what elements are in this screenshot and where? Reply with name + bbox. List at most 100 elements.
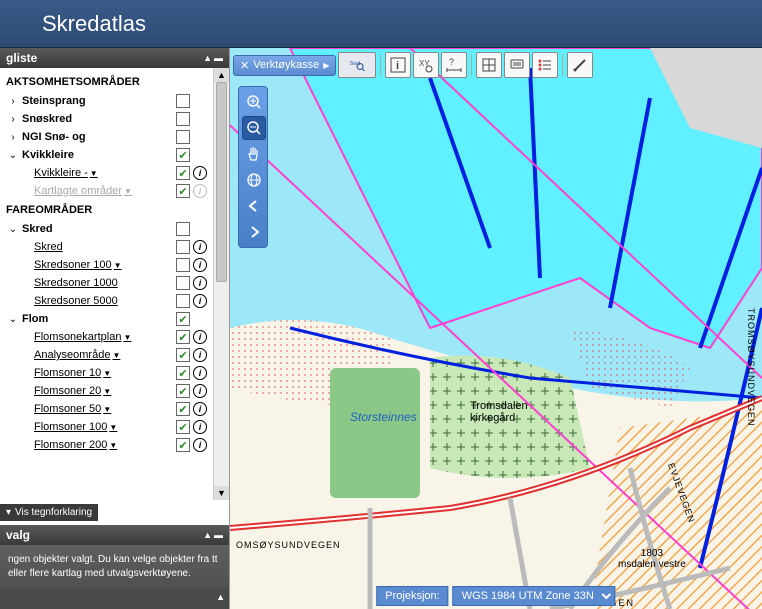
layer-checkbox[interactable] xyxy=(176,294,190,308)
layer-sublabel[interactable]: Skredsoner 1000 xyxy=(20,277,176,289)
layer-sublabel[interactable]: Flomsoner 10▼ xyxy=(20,367,176,379)
measure-tool-button[interactable]: ? xyxy=(441,52,467,78)
layer-subrow[interactable]: Kartlagte områder▼✔i xyxy=(0,182,213,200)
layer-checkbox[interactable]: ✔ xyxy=(176,184,190,198)
dropdown-icon[interactable]: ▼ xyxy=(90,169,98,178)
info-icon[interactable]: i xyxy=(193,258,207,272)
info-icon[interactable]: i xyxy=(193,240,207,254)
scroll-thumb[interactable] xyxy=(216,82,227,282)
layer-sublabel[interactable]: Flomsonekartplan▼ xyxy=(20,331,176,343)
collapse-down-icon[interactable]: ▬ xyxy=(214,530,223,540)
layer-checkbox[interactable]: ✔ xyxy=(176,420,190,434)
layer-label[interactable]: Skred xyxy=(20,223,176,235)
list-tool-button[interactable] xyxy=(532,52,558,78)
projection-select[interactable]: WGS 1984 UTM Zone 33N xyxy=(453,586,616,606)
layer-sublabel[interactable]: Analyseområde▼ xyxy=(20,349,176,361)
chevron-down-icon[interactable]: ⌄ xyxy=(6,150,20,161)
layer-checkbox[interactable]: ✔ xyxy=(176,366,190,380)
dropdown-icon[interactable]: ▼ xyxy=(103,405,111,414)
layer-subrow[interactable]: Skredsoner 100▼ i xyxy=(0,256,213,274)
layer-checkbox[interactable] xyxy=(176,112,190,126)
info-icon[interactable]: i xyxy=(193,184,207,198)
chevron-down-icon[interactable]: ⌄ xyxy=(6,224,20,235)
layer-checkbox[interactable]: ✔ xyxy=(176,384,190,398)
layer-checkbox[interactable] xyxy=(176,276,190,290)
chevron-right-icon[interactable]: › xyxy=(6,114,20,125)
layer-sublabel[interactable]: Flomsoner 200▼ xyxy=(20,439,176,451)
layer-subrow[interactable]: Flomsoner 20▼✔i xyxy=(0,382,213,400)
dropdown-icon[interactable]: ▼ xyxy=(112,351,120,360)
layer-sublabel[interactable]: Flomsoner 20▼ xyxy=(20,385,176,397)
layer-label[interactable]: Steinsprang xyxy=(20,95,176,107)
layer-label[interactable]: Flom xyxy=(20,313,176,325)
info-icon[interactable]: i xyxy=(193,366,207,380)
dropdown-icon[interactable]: ▼ xyxy=(114,261,122,270)
layer-checkbox[interactable] xyxy=(176,240,190,254)
layer-checkbox[interactable]: ✔ xyxy=(176,402,190,416)
layer-sublabel[interactable]: Skredsoner 5000 xyxy=(20,295,176,307)
dropdown-icon[interactable]: ▼ xyxy=(103,387,111,396)
layer-subrow[interactable]: Flomsoner 200▼✔i xyxy=(0,436,213,454)
layer-sublabel[interactable]: Kartlagte områder▼ xyxy=(20,185,176,197)
layer-checkbox[interactable] xyxy=(176,258,190,272)
layer-sublabel[interactable]: Flomsoner 50▼ xyxy=(20,403,176,415)
layer-checkbox[interactable]: ✔ xyxy=(176,166,190,180)
layer-row[interactable]: ›Snøskred xyxy=(0,110,213,128)
place-search-button[interactable]: Sted xyxy=(338,52,376,78)
layer-checkbox[interactable]: ✔ xyxy=(176,330,190,344)
selection-panel-header[interactable]: valg ▲ ▬ xyxy=(0,525,229,545)
dropdown-icon[interactable]: ▼ xyxy=(109,441,117,450)
xy-tool-button[interactable]: XY xyxy=(413,52,439,78)
layer-sublabel[interactable]: Skredsoner 100▼ xyxy=(20,259,176,271)
scroll-up-icon[interactable]: ▲ xyxy=(214,68,229,82)
info-icon[interactable]: i xyxy=(193,384,207,398)
layer-checkbox[interactable]: ✔ xyxy=(176,312,190,326)
zoom-out-button[interactable] xyxy=(242,116,266,140)
layer-scrollbar[interactable]: ▲ ▼ xyxy=(213,68,229,500)
info-icon[interactable]: i xyxy=(193,438,207,452)
layer-subrow[interactable]: Analyseområde▼✔i xyxy=(0,346,213,364)
layer-sublabel[interactable]: Kvikkleire -▼ xyxy=(20,167,176,179)
show-legend-button[interactable]: ▾ Vis tegnforklaring xyxy=(0,504,98,521)
layer-checkbox[interactable] xyxy=(176,94,190,108)
layer-subrow[interactable]: Flomsonekartplan▼✔i xyxy=(0,328,213,346)
layer-checkbox[interactable] xyxy=(176,222,190,236)
layer-row[interactable]: ⌄Skred xyxy=(0,220,213,238)
layer-subrow[interactable]: Skredsoner 1000 i xyxy=(0,274,213,292)
collapse-up-icon[interactable]: ▲ xyxy=(203,530,212,540)
dropdown-icon[interactable]: ▼ xyxy=(109,423,117,432)
layer-row[interactable]: ›NGI Snø- og xyxy=(0,128,213,146)
info-icon[interactable]: i xyxy=(193,402,207,416)
dropdown-icon[interactable]: ▼ xyxy=(124,187,132,196)
info-icon[interactable]: i xyxy=(193,420,207,434)
prev-extent-button[interactable] xyxy=(242,194,266,218)
info-icon[interactable]: i xyxy=(193,294,207,308)
layer-subrow[interactable]: Skredsoner 5000 i xyxy=(0,292,213,310)
layer-subrow[interactable]: Flomsoner 50▼✔i xyxy=(0,400,213,418)
dropdown-icon[interactable]: ▼ xyxy=(103,369,111,378)
layer-sublabel[interactable]: Skred xyxy=(20,241,176,253)
layer-checkbox[interactable]: ✔ xyxy=(176,438,190,452)
pan-button[interactable] xyxy=(242,142,266,166)
collapse-up-icon[interactable]: ▲ xyxy=(203,53,212,63)
map-canvas[interactable]: ✕ Verktøykasse ▶ Sted i XY ? xyxy=(230,48,762,609)
info-icon[interactable]: i xyxy=(193,276,207,290)
layer-subrow[interactable]: Flomsoner 100▼✔i xyxy=(0,418,213,436)
layer-checkbox[interactable]: ✔ xyxy=(176,348,190,362)
layer-label[interactable]: NGI Snø- og xyxy=(20,131,176,143)
grid-tool-button[interactable] xyxy=(476,52,502,78)
scroll-down-icon[interactable]: ▼ xyxy=(214,486,229,500)
expand-icon[interactable]: ▲ xyxy=(216,592,225,602)
zoom-in-button[interactable] xyxy=(242,90,266,114)
layer-subrow[interactable]: Kvikkleire -▼✔i xyxy=(0,164,213,182)
info-tool-button[interactable]: i xyxy=(385,52,411,78)
chevron-right-icon[interactable]: › xyxy=(6,96,20,107)
layer-row[interactable]: ›Steinsprang xyxy=(0,92,213,110)
layer-sublabel[interactable]: Flomsoner 100▼ xyxy=(20,421,176,433)
info-icon[interactable]: i xyxy=(193,166,207,180)
draw-tool-button[interactable] xyxy=(567,52,593,78)
chevron-down-icon[interactable]: ⌄ xyxy=(6,314,20,325)
comment-tool-button[interactable] xyxy=(504,52,530,78)
layer-row[interactable]: ⌄Flom✔ xyxy=(0,310,213,328)
layer-subrow[interactable]: Flomsoner 10▼✔i xyxy=(0,364,213,382)
